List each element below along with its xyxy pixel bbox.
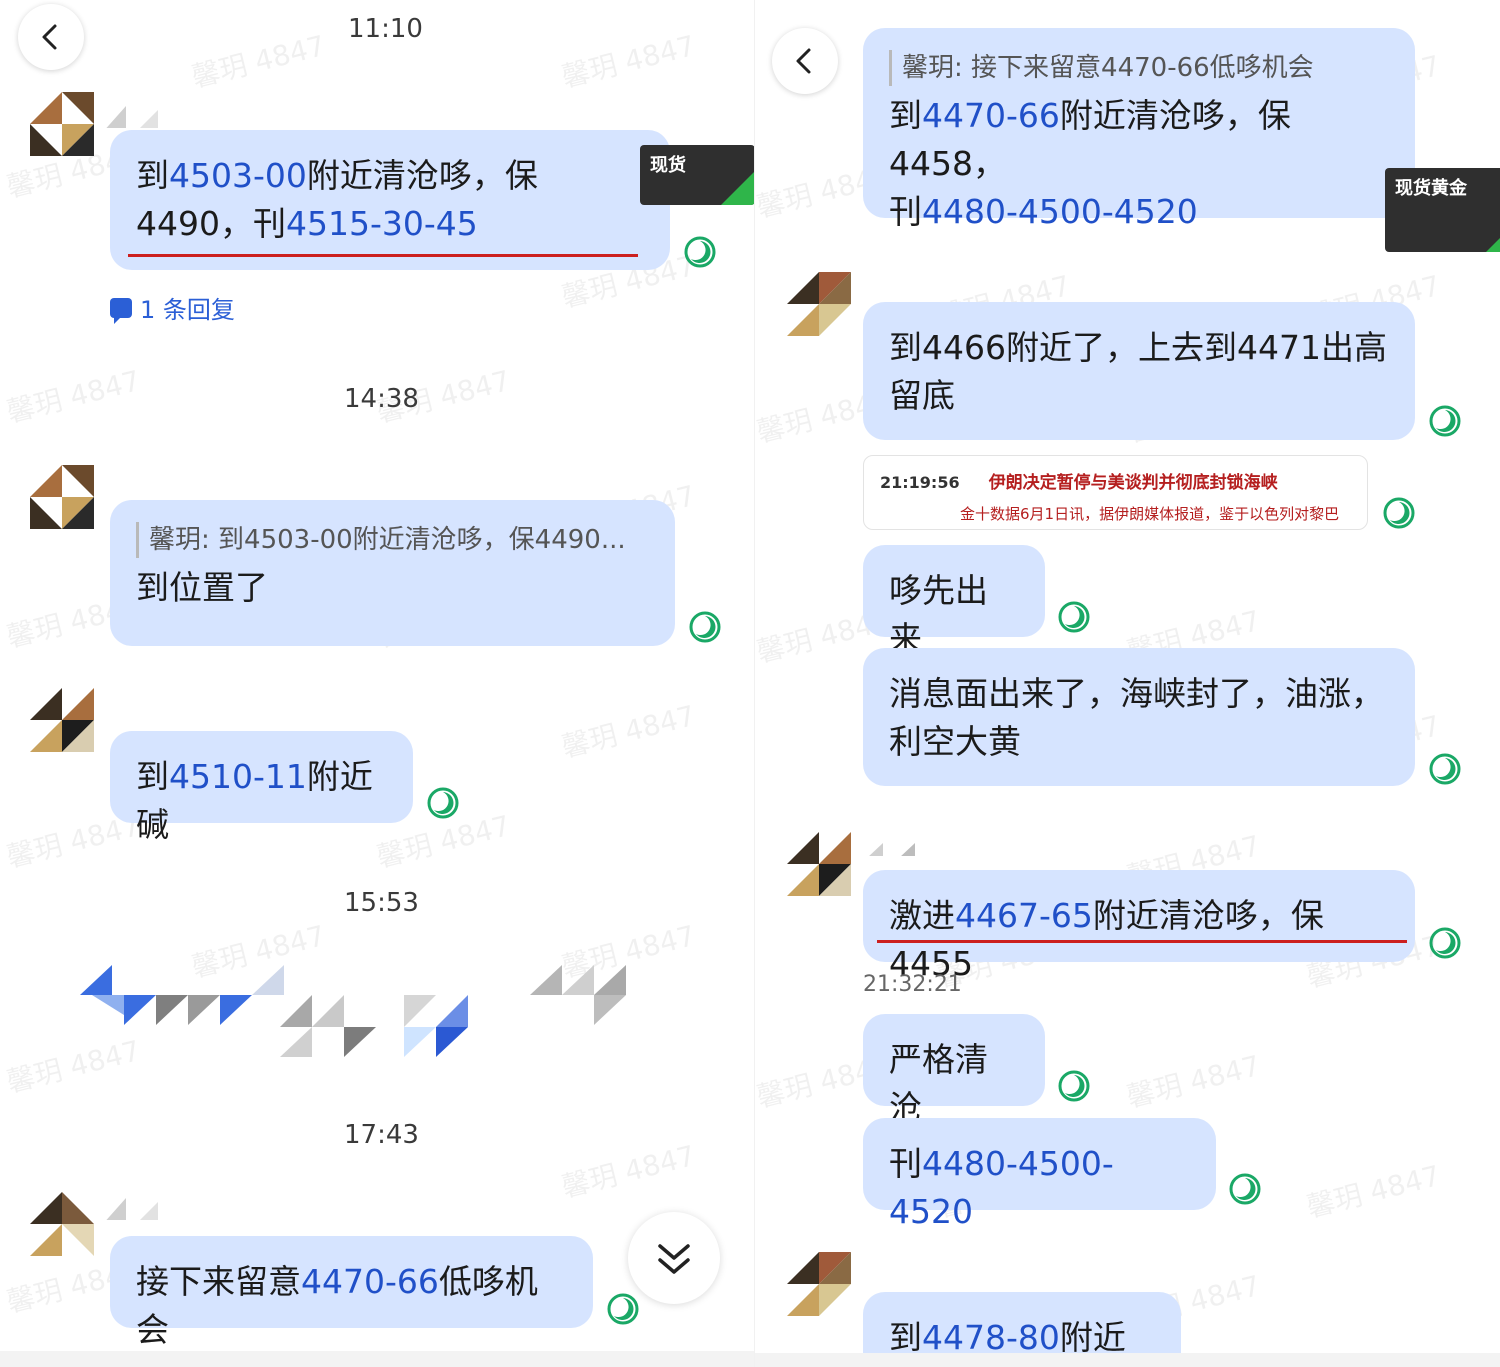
input-bar-edge bbox=[0, 1351, 755, 1367]
avatar[interactable] bbox=[30, 688, 94, 752]
message-text: 到4466附近了，上去到4471出高留底 bbox=[889, 328, 1387, 415]
red-underline bbox=[128, 254, 638, 257]
watermark: 馨玥 4847 bbox=[558, 1138, 699, 1204]
comment-icon bbox=[110, 297, 132, 324]
news-title: 伊朗决定暂停与美谈判并彻底封锁海峡 bbox=[988, 473, 1278, 493]
message-bubble[interactable]: 严格清沧 bbox=[863, 1014, 1045, 1127]
message-bubble[interactable]: 到4503-00附近清沧哆，保 4490，刊4515-30-45 bbox=[110, 130, 670, 270]
message-text: 到 bbox=[889, 96, 922, 135]
message-bubble[interactable]: 激进4467-65附近清沧哆，保4455 bbox=[863, 870, 1415, 983]
red-underline bbox=[877, 940, 1407, 943]
message-bubble[interactable]: 接下来留意4470-66低哆机会 bbox=[110, 1236, 593, 1349]
right-chat-panel: 馨玥 4847 馨玥 4847 馨玥 4847 馨玥 4847 馨玥 4847 … bbox=[755, 0, 1500, 1367]
read-status-icon bbox=[688, 610, 722, 644]
message-bubble[interactable]: 到4510-11附近碱 bbox=[110, 731, 413, 844]
read-status-icon bbox=[683, 235, 717, 269]
news-card[interactable]: 21:19:56 伊朗决定暂停与美谈判并彻底封锁海峡 金十数据6月1日讯，据伊朗… bbox=[863, 455, 1368, 530]
watermark: 馨玥 4847 bbox=[1303, 1158, 1444, 1224]
watermark: 馨玥 4847 bbox=[188, 28, 329, 94]
news-time: 21:19:56 bbox=[880, 473, 960, 492]
price-highlight: 4480-4500-4520 bbox=[889, 1144, 1114, 1231]
price-highlight: 4503-00 bbox=[169, 156, 307, 195]
message-text: 激进 bbox=[889, 896, 955, 935]
message-timestamp: 21:32:21 bbox=[863, 972, 962, 997]
price-highlight: 4480-4500-4520 bbox=[922, 192, 1198, 231]
message-text: 刊 bbox=[889, 1144, 922, 1183]
avatar[interactable] bbox=[30, 92, 94, 156]
message-text: 刊 bbox=[889, 192, 922, 231]
chevron-left-icon bbox=[796, 48, 811, 74]
read-status-icon bbox=[606, 1292, 640, 1326]
nickname-blurred bbox=[851, 1254, 883, 1284]
price-highlight: 4470-66 bbox=[922, 96, 1060, 135]
message-text: 哆先出来 bbox=[889, 571, 988, 658]
message-text: 消息面出来了，海峡封了，油涨，利空大黄 bbox=[889, 674, 1384, 761]
avatar[interactable] bbox=[30, 1192, 94, 1256]
scroll-to-bottom-button[interactable] bbox=[628, 1212, 720, 1304]
message-text: 附近清沧哆，保 bbox=[306, 156, 538, 195]
avatar-partial bbox=[787, 0, 851, 20]
message-text: 严格清沧 bbox=[889, 1040, 988, 1127]
left-chat-panel: 馨玥 4847 馨玥 4847 馨玥 4847 馨玥 4847 馨玥 4847 … bbox=[0, 0, 755, 1367]
quoted-message: 馨玥: 接下来留意4470-66低哆机会 bbox=[889, 50, 1389, 86]
watermark: 馨玥 4847 bbox=[3, 363, 144, 429]
time-divider: 17:43 bbox=[344, 1120, 419, 1150]
quoted-message: 馨玥: 到4503-00附近清沧哆，保4490... bbox=[136, 522, 649, 558]
avatar[interactable] bbox=[787, 272, 851, 336]
time-divider: 15:53 bbox=[344, 888, 419, 918]
read-status-icon bbox=[1428, 404, 1462, 438]
message-text: 到 bbox=[889, 1318, 922, 1357]
avatar[interactable] bbox=[787, 1252, 851, 1316]
time-divider: 11:10 bbox=[348, 14, 423, 44]
gold-stamp: 现货黄金 bbox=[1385, 168, 1500, 252]
news-body: 金十数据6月1日讯，据伊朗媒体报道，鉴于以色列对黎巴 bbox=[960, 505, 1340, 523]
double-chevron-down-icon bbox=[658, 1244, 690, 1274]
watermark: 馨玥 4847 bbox=[558, 698, 699, 764]
price-highlight: 4515-30-45 bbox=[285, 204, 478, 243]
nickname-blurred bbox=[94, 686, 126, 718]
read-status-icon bbox=[1428, 752, 1462, 786]
back-button[interactable] bbox=[18, 4, 84, 70]
message-text: 4490，刊 bbox=[136, 204, 286, 243]
message-text: 到位置了 bbox=[136, 568, 268, 607]
reply-count-link[interactable]: 1 条回复 bbox=[110, 290, 235, 325]
price-highlight: 4510-11 bbox=[169, 757, 307, 796]
message-text: 到 bbox=[136, 156, 169, 195]
price-highlight: 4470-66 bbox=[301, 1262, 439, 1301]
read-status-icon bbox=[426, 786, 460, 820]
read-status-icon bbox=[1428, 926, 1462, 960]
price-highlight: 4467-65 bbox=[955, 896, 1093, 935]
message-bubble[interactable]: 消息面出来了，海峡封了，油涨，利空大黄 bbox=[863, 648, 1415, 786]
input-bar-edge bbox=[755, 1353, 1500, 1367]
time-divider: 14:38 bbox=[344, 384, 419, 414]
avatar[interactable] bbox=[787, 832, 851, 896]
message-bubble[interactable]: 到4466附近了，上去到4471出高留底 bbox=[863, 302, 1415, 440]
nickname-blurred bbox=[851, 826, 915, 856]
message-text: 到 bbox=[136, 757, 169, 796]
read-status-icon bbox=[1057, 600, 1091, 634]
message-bubble[interactable]: 馨玥: 接下来留意4470-66低哆机会 到4470-66附近清沧哆，保4458… bbox=[863, 28, 1415, 231]
price-highlight: 4478-80 bbox=[922, 1318, 1060, 1357]
read-status-icon bbox=[1228, 1172, 1262, 1206]
back-button[interactable] bbox=[772, 28, 838, 94]
message-bubble[interactable]: 馨玥: 到4503-00附近清沧哆，保4490... 到位置了 bbox=[110, 500, 675, 646]
message-bubble[interactable]: 哆先出来 bbox=[863, 545, 1045, 658]
message-text: 接下来留意 bbox=[136, 1262, 301, 1301]
nickname-blurred bbox=[94, 92, 158, 128]
gold-stamp: 现货 bbox=[640, 145, 755, 205]
read-status-icon bbox=[1057, 1069, 1091, 1103]
chevron-left-icon bbox=[42, 24, 57, 50]
blurred-system-message bbox=[80, 965, 640, 1057]
message-bubble[interactable]: 刊4480-4500-4520 bbox=[863, 1118, 1216, 1231]
read-status-icon bbox=[1382, 496, 1416, 530]
avatar[interactable] bbox=[30, 465, 94, 529]
watermark: 馨玥 4847 bbox=[1123, 1048, 1264, 1114]
watermark: 馨玥 4847 bbox=[558, 28, 699, 94]
nickname-blurred bbox=[94, 1184, 158, 1220]
